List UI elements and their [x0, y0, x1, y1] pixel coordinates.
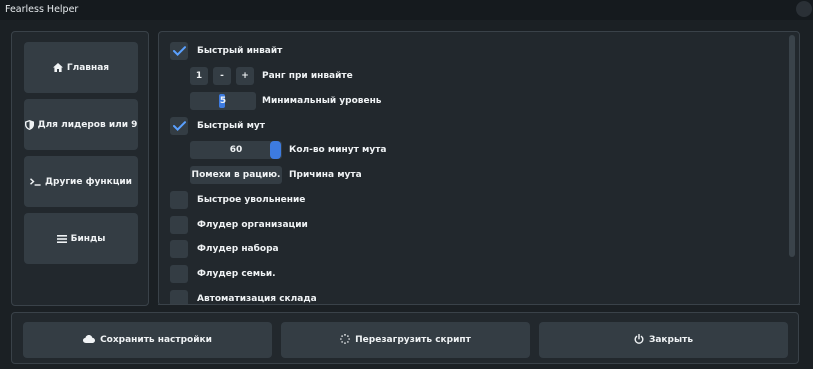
mute-minutes-value: 60	[229, 145, 243, 155]
panel-clip	[158, 305, 800, 312]
flood-org-label: Флудер организации	[197, 220, 308, 230]
mute-minutes-label: Кол-во минут мута	[289, 145, 387, 155]
flood-recruit-checkbox[interactable]	[170, 240, 188, 258]
terminal-icon	[30, 177, 41, 186]
scrollbar[interactable]	[788, 33, 796, 303]
fast-mute-label: Быстрый мут	[197, 121, 266, 131]
scrollbar-thumb[interactable]	[789, 35, 795, 257]
mute-reason-label: Причина мута	[289, 170, 362, 180]
sidebar-item-leaders[interactable]: Для лидеров или 9	[24, 99, 138, 150]
flood-recruit-option[interactable]: Флудер набора	[170, 240, 279, 258]
mute-minutes-slider[interactable]: 60	[190, 141, 282, 159]
panel-bottom-border	[158, 304, 800, 305]
close-button[interactable]: Закрыть	[539, 322, 788, 358]
sidebar-item-binds[interactable]: Бинды	[24, 213, 138, 264]
fast-dismiss-option[interactable]: Быстрое увольнение	[170, 191, 305, 209]
mute-minutes-slider-handle[interactable]	[270, 141, 281, 159]
flood-org-option[interactable]: Флудер организации	[170, 216, 308, 234]
flood-family-label: Флудер семьи.	[197, 269, 276, 279]
home-icon	[52, 63, 63, 72]
reload-script-label: Перезагрузить скрипт	[355, 335, 471, 345]
flood-recruit-label: Флудер набора	[197, 244, 279, 254]
checkmark-icon	[172, 121, 186, 131]
fast-mute-checkbox[interactable]	[170, 117, 188, 135]
rank-label: Ранг при инвайте	[262, 71, 353, 81]
min-level-label: Минимальный уровень	[262, 96, 382, 106]
flood-family-option[interactable]: Флудер семьи.	[170, 265, 276, 283]
rank-value-field[interactable]: 1	[190, 67, 208, 85]
list-icon	[56, 234, 67, 243]
warehouse-automation-label: Автоматизация склада	[197, 294, 317, 304]
sidebar: Главная Для лидеров или 9 Другие функции…	[11, 31, 149, 306]
sidebar-item-label: Другие функции	[45, 176, 132, 187]
min-level-slider[interactable]: 5	[190, 92, 256, 110]
fast-invite-checkbox[interactable]	[170, 42, 188, 60]
rank-increase-button[interactable]: +	[236, 67, 254, 85]
cloud-icon	[83, 334, 96, 346]
close-label: Закрыть	[648, 335, 694, 345]
save-settings-button[interactable]: Сохранить настройки	[23, 322, 272, 358]
window-control-button[interactable]	[796, 1, 812, 17]
mute-reason-input[interactable]: Помехи в рацию.	[190, 166, 282, 184]
sidebar-item-home[interactable]: Главная	[24, 42, 138, 93]
fast-mute-option[interactable]: Быстрый мут	[170, 117, 265, 135]
sidebar-item-label: Главная	[66, 62, 110, 73]
window-title: Fearless Helper	[5, 4, 79, 15]
min-level-value: 5	[219, 96, 227, 106]
shield-icon	[24, 119, 34, 130]
flood-family-checkbox[interactable]	[170, 265, 188, 283]
fast-invite-label: Быстрый инвайт	[197, 46, 283, 56]
fast-dismiss-checkbox[interactable]	[170, 191, 188, 209]
sidebar-item-label: Бинды	[70, 233, 106, 244]
flood-org-checkbox[interactable]	[170, 216, 188, 234]
reload-script-button[interactable]: Перезагрузить скрипт	[281, 322, 530, 358]
sidebar-item-label: Для лидеров или 9	[37, 119, 138, 130]
rank-decrease-button[interactable]: -	[213, 67, 231, 85]
fast-invite-option[interactable]: Быстрый инвайт	[170, 42, 282, 60]
save-settings-label: Сохранить настройки	[100, 335, 212, 345]
fast-dismiss-label: Быстрое увольнение	[197, 195, 306, 205]
sidebar-item-other-functions[interactable]: Другие функции	[24, 156, 138, 207]
checkmark-icon	[172, 46, 186, 56]
title-bar: Fearless Helper	[0, 0, 813, 20]
spinner-icon	[340, 333, 351, 347]
power-icon	[634, 333, 644, 347]
